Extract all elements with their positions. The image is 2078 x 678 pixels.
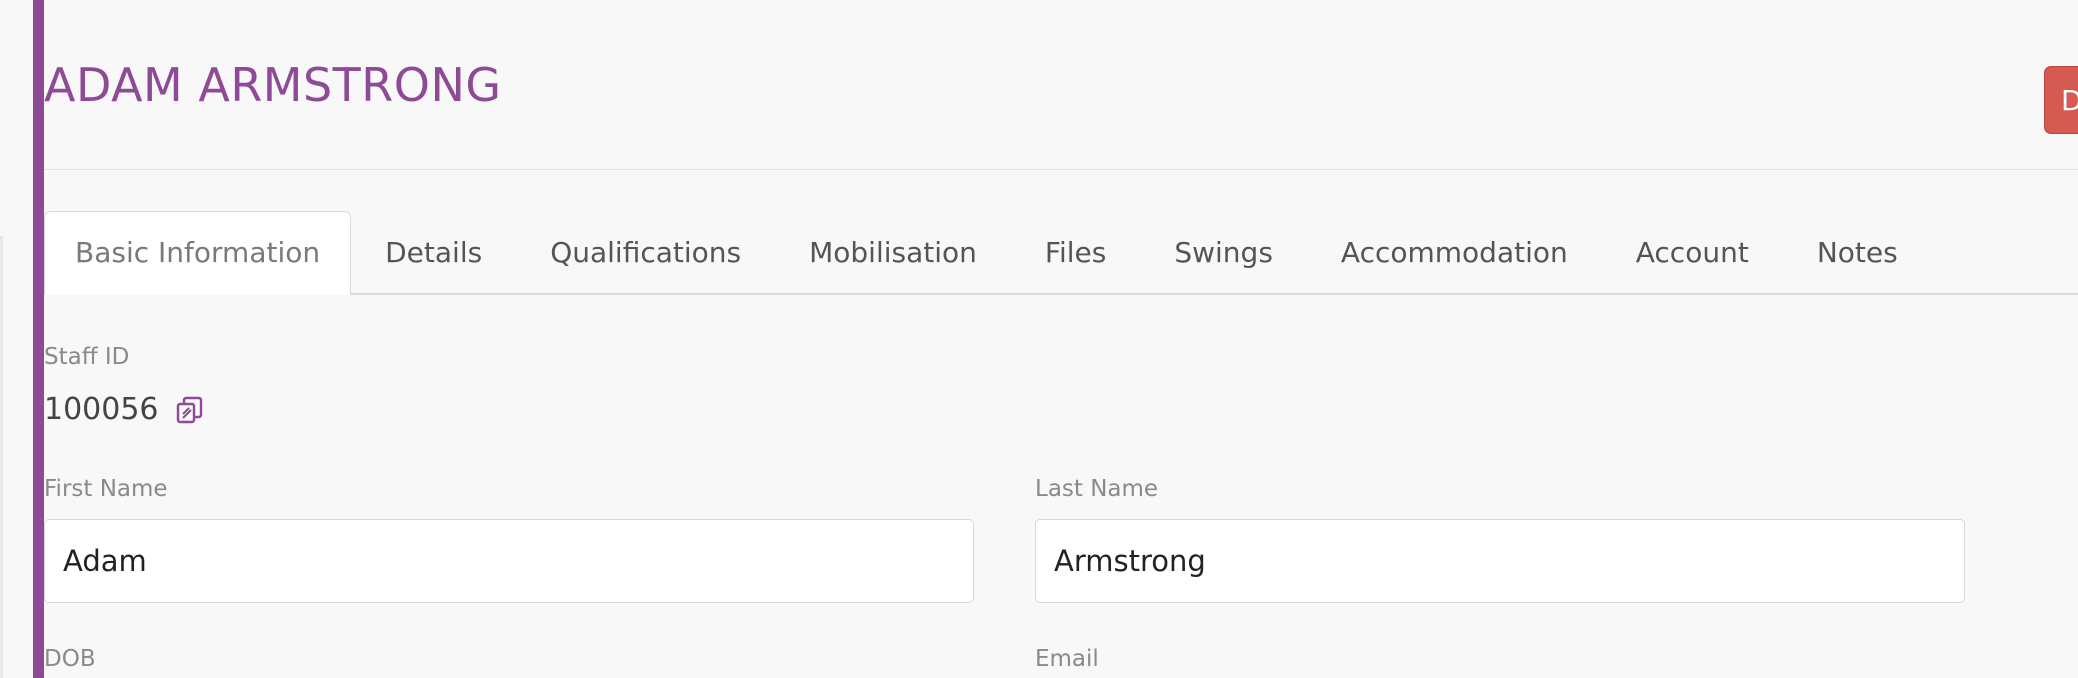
staff-id-value: 100056 bbox=[44, 392, 159, 427]
tab-mobilisation[interactable]: Mobilisation bbox=[775, 213, 1011, 293]
tab-swings[interactable]: Swings bbox=[1140, 213, 1307, 293]
staff-profile-page: ADAM ARMSTRONG D Basic Information Detai… bbox=[0, 0, 2078, 678]
profile-tabs: Basic Information Details Qualifications… bbox=[44, 210, 2078, 295]
staff-id-display: 100056 bbox=[44, 392, 205, 427]
sidebar-edge bbox=[0, 236, 3, 678]
tab-accommodation[interactable]: Accommodation bbox=[1307, 213, 1602, 293]
tab-details[interactable]: Details bbox=[351, 213, 516, 293]
accent-bar bbox=[33, 0, 44, 678]
first-name-label: First Name bbox=[44, 476, 168, 502]
tab-account[interactable]: Account bbox=[1602, 213, 1783, 293]
page-title: ADAM ARMSTRONG bbox=[44, 58, 502, 112]
first-name-input[interactable] bbox=[44, 519, 974, 603]
tab-qualifications[interactable]: Qualifications bbox=[516, 213, 775, 293]
tab-basic-information[interactable]: Basic Information bbox=[44, 211, 352, 295]
tab-notes[interactable]: Notes bbox=[1783, 213, 1932, 293]
last-name-input[interactable] bbox=[1035, 519, 1965, 603]
delete-button[interactable]: D bbox=[2044, 66, 2078, 134]
header-divider bbox=[44, 169, 2078, 170]
email-label: Email bbox=[1035, 646, 1099, 672]
tab-files[interactable]: Files bbox=[1011, 213, 1140, 293]
copy-icon[interactable] bbox=[175, 395, 205, 425]
last-name-label: Last Name bbox=[1035, 476, 1159, 502]
staff-id-label: Staff ID bbox=[44, 344, 130, 370]
dob-label: DOB bbox=[44, 646, 96, 672]
